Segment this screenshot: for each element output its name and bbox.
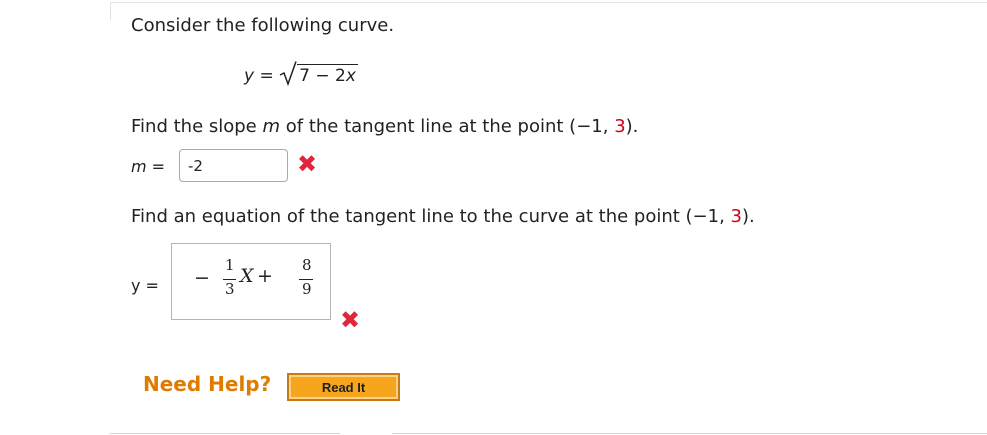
incorrect-icon: ✖: [297, 150, 318, 178]
radicand-variable: x: [345, 66, 356, 86]
intro-text: Consider the following curve.: [131, 15, 395, 36]
q1-variable: m: [262, 116, 281, 137]
radicand-operator: −: [315, 66, 330, 86]
curve-equation: y = 7 − 2x: [244, 61, 358, 86]
top-divider: [110, 2, 987, 3]
bottom-divider-right: [392, 433, 987, 434]
read-it-button[interactable]: Read It: [287, 373, 400, 401]
fraction1-denominator: 3: [225, 280, 235, 298]
curve-lhs: y: [244, 66, 255, 86]
q1-end: ).: [625, 116, 639, 137]
fraction1-numerator: 1: [225, 256, 235, 274]
q2-end: ).: [741, 206, 755, 227]
q1-prefix: Find the slope: [131, 116, 263, 137]
left-divider: [110, 2, 111, 20]
minus-sign: −: [194, 267, 210, 289]
slope-label: m =: [131, 157, 165, 176]
q2-point-y: 3: [730, 206, 742, 227]
slope-answer-input[interactable]: [179, 149, 288, 182]
plus-sign: +: [257, 265, 273, 287]
question-tangent-equation: Find an equation of the tangent line to …: [131, 206, 755, 227]
bottom-divider-left: [110, 433, 340, 434]
variable-x: X: [240, 265, 254, 287]
equation-answer-input[interactable]: − 1 3 X + 8 9: [171, 243, 331, 320]
fraction2-numerator: 8: [302, 256, 312, 274]
slope-label-eq: =: [146, 157, 166, 176]
need-help-label: Need Help?: [143, 372, 272, 396]
fraction2-denominator: 9: [302, 280, 312, 298]
slope-label-var: m: [131, 157, 147, 176]
radical-sign-icon: [279, 61, 297, 86]
curve-equals: =: [259, 66, 274, 86]
square-root: 7 − 2x: [279, 61, 358, 86]
question-slope: Find the slope m of the tangent line at …: [131, 116, 638, 137]
q1-point-y: 3: [614, 116, 626, 137]
q1-suffix: of the tangent line at the point (−1,: [280, 116, 615, 137]
radicand: 7 − 2x: [297, 64, 358, 86]
equation-label: y =: [131, 276, 159, 295]
q2-prefix: Find an equation of the tangent line to …: [131, 206, 731, 227]
incorrect-icon: ✖: [340, 306, 361, 334]
radicand-constant: 7: [299, 66, 310, 86]
radicand-coefficient: 2: [335, 66, 346, 86]
